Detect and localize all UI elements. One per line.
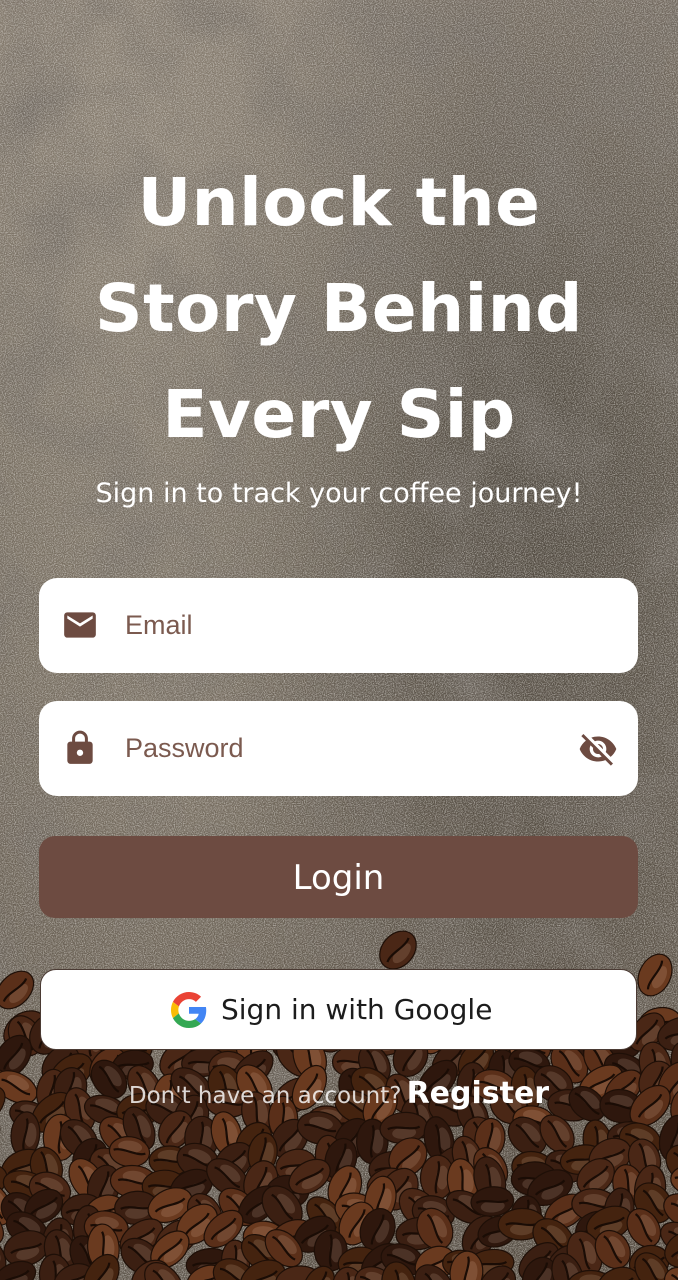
google-sign-in-label: Sign in with Google [221,993,493,1026]
login-screen: Unlock the Story Behind Every Sip Sign i… [0,0,678,1280]
email-input[interactable] [125,578,565,673]
coffee-bean [637,953,673,997]
hero-subtitle: Sign in to track your coffee journey! [95,478,583,509]
google-sign-in-button[interactable]: Sign in with Google [40,969,637,1050]
google-g-icon [171,992,207,1028]
lock-icon [67,730,93,764]
coffee-bean [0,970,35,1010]
login-button[interactable]: Login [39,836,638,918]
password-input[interactable] [125,701,565,796]
register-prompt-line: Don't have an account? Register [0,1072,678,1120]
hero-title: Unlock the Story Behind Every Sip [0,150,678,468]
hero-title-line-1: Unlock the [137,164,541,241]
hero-title-line-3: Every Sip [162,376,516,453]
register-link[interactable]: Register [407,1076,550,1111]
password-field-container [39,701,638,796]
hero-title-line-2: Story Behind [95,270,583,347]
visibility-off-icon[interactable] [578,729,618,769]
email-field-container [39,578,638,673]
register-prompt-text: Don't have an account? [128,1083,402,1109]
mail-icon [64,612,96,638]
